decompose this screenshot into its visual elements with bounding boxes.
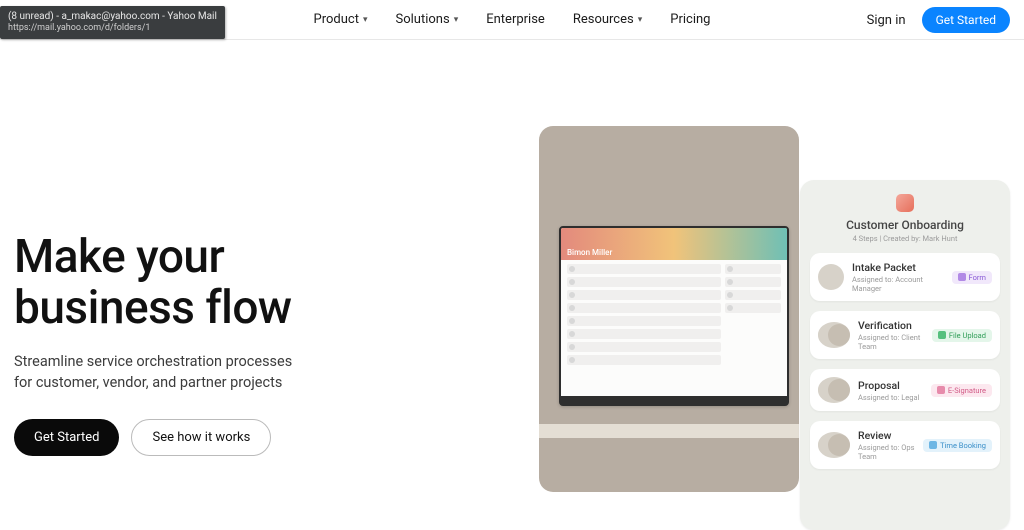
step-review[interactable]: ReviewAssigned to: Ops Team Time Booking — [810, 421, 1000, 469]
step-intake-packet[interactable]: Intake PacketAssigned to: Account Manage… — [810, 253, 1000, 301]
badge-label: Time Booking — [940, 441, 986, 450]
badge-icon — [929, 441, 937, 449]
nav-resources-label: Resources — [573, 12, 634, 27]
badge-label: Form — [969, 273, 986, 282]
step-subtitle: Assigned to: Ops Team — [858, 443, 915, 461]
nav-enterprise[interactable]: Enterprise — [486, 12, 545, 27]
monitor-row — [567, 342, 721, 352]
step-title: Verification — [858, 319, 924, 332]
browser-tab-hint: (8 unread) - a_makac@yahoo.com - Yahoo M… — [0, 6, 225, 39]
nav-solutions[interactable]: Solutions ▾ — [396, 12, 459, 27]
hero-copy: Make your business flow Streamline servi… — [14, 72, 434, 456]
nav-solutions-label: Solutions — [396, 12, 450, 27]
monitor-row — [567, 264, 721, 274]
card-meta: 4 Steps | Created by: Mark Hunt — [810, 234, 1000, 243]
badge-icon — [937, 386, 945, 394]
signin-link[interactable]: Sign in — [867, 13, 906, 28]
avatar — [818, 264, 844, 290]
header-actions: Sign in Get Started — [867, 0, 1010, 40]
monitor-row — [725, 303, 781, 313]
nav-pricing-label: Pricing — [670, 12, 710, 27]
hero-cta-group: Get Started See how it works — [14, 419, 434, 456]
nav-pricing[interactable]: Pricing — [670, 12, 710, 27]
hero-subtitle: Streamline service orchestration process… — [14, 351, 324, 393]
avatar — [818, 377, 850, 403]
product-monitor: Bimon Miller — [559, 226, 789, 406]
monitor-username: Bimon Miller — [567, 248, 612, 257]
step-title: Proposal — [858, 379, 923, 392]
step-title: Review — [858, 429, 915, 442]
nav-product-label: Product — [314, 12, 359, 27]
step-subtitle: Assigned to: Client Team — [858, 333, 924, 351]
get-started-button[interactable]: Get Started — [922, 7, 1010, 33]
nav-enterprise-label: Enterprise — [486, 12, 545, 27]
avatar — [818, 432, 850, 458]
step-badge: Time Booking — [923, 439, 992, 452]
chevron-down-icon: ▾ — [454, 15, 459, 25]
monitor-header-gradient: Bimon Miller — [561, 228, 787, 260]
nav-resources[interactable]: Resources ▾ — [573, 12, 642, 27]
card-title: Customer Onboarding — [810, 218, 1000, 232]
hero-sub-line2: for customer, vendor, and partner projec… — [14, 374, 282, 391]
chevron-down-icon: ▾ — [363, 15, 368, 25]
step-subtitle: Assigned to: Legal — [858, 393, 923, 402]
step-title: Intake Packet — [852, 261, 944, 274]
monitor-row — [725, 277, 781, 287]
monitor-row — [567, 329, 721, 339]
badge-label: File Upload — [949, 331, 986, 340]
nav-product[interactable]: Product ▾ — [314, 12, 368, 27]
badge-icon — [938, 331, 946, 339]
main-nav: Product ▾ Solutions ▾ Enterprise Resourc… — [314, 12, 711, 27]
step-proposal[interactable]: ProposalAssigned to: Legal E-Signature — [810, 369, 1000, 411]
app-icon — [896, 194, 914, 212]
step-badge: E-Signature — [931, 384, 992, 397]
hero-title-line2: business flow — [14, 281, 292, 335]
monitor-row — [567, 303, 721, 313]
tab-hint-url: https://mail.yahoo.com/d/folders/1 — [8, 23, 217, 35]
hero-get-started-button[interactable]: Get Started — [14, 419, 119, 456]
hero-sub-line1: Streamline service orchestration process… — [14, 353, 292, 370]
monitor-row — [567, 316, 721, 326]
step-text: VerificationAssigned to: Client Team — [858, 319, 924, 351]
desk-shelf — [539, 424, 799, 438]
step-badge: File Upload — [932, 329, 992, 342]
avatar — [818, 322, 850, 348]
monitor-row — [725, 264, 781, 274]
onboarding-card: Customer Onboarding 4 Steps | Created by… — [800, 180, 1010, 530]
monitor-row — [567, 355, 721, 365]
hero-visual: Bimon Miller — [434, 72, 1024, 456]
hero-title: Make your business flow — [14, 232, 434, 333]
step-text: ReviewAssigned to: Ops Team — [858, 429, 915, 461]
monitor-body — [561, 260, 787, 372]
badge-icon — [958, 273, 966, 281]
hero-section: Make your business flow Streamline servi… — [0, 40, 1024, 456]
step-subtitle: Assigned to: Account Manager — [852, 275, 944, 293]
monitor-row — [567, 290, 721, 300]
monitor-row — [725, 290, 781, 300]
step-badge: Form — [952, 271, 992, 284]
badge-label: E-Signature — [948, 386, 986, 395]
step-verification[interactable]: VerificationAssigned to: Client Team File… — [810, 311, 1000, 359]
tab-hint-title: (8 unread) - a_makac@yahoo.com - Yahoo M… — [8, 10, 217, 23]
chevron-down-icon: ▾ — [638, 15, 643, 25]
hero-see-how-button[interactable]: See how it works — [131, 419, 271, 456]
step-text: Intake PacketAssigned to: Account Manage… — [852, 261, 944, 293]
hero-title-line1: Make your — [14, 230, 224, 284]
hero-photo: Bimon Miller — [539, 126, 799, 492]
step-text: ProposalAssigned to: Legal — [858, 379, 923, 402]
monitor-row — [567, 277, 721, 287]
